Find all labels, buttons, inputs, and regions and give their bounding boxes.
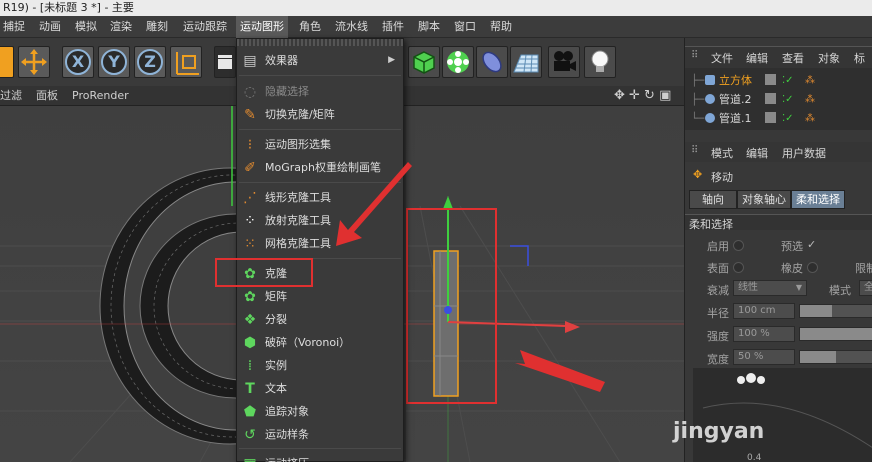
pipe-object-icon [705, 113, 715, 123]
object-name-pipe1: 管道.1 [719, 112, 752, 125]
surface-label: 表面 [707, 262, 729, 275]
radius-input[interactable]: 100 cm [733, 303, 795, 319]
am-menu-mode[interactable]: 模式 [711, 145, 733, 161]
enable-checkbox[interactable] [733, 240, 744, 251]
tag-icon[interactable]: ⁂ [805, 90, 815, 109]
tag-icon[interactable]: ⁂ [805, 71, 815, 90]
arrow-to-grid-clone [336, 162, 412, 246]
falloff-curve-graph[interactable]: 0.4 [693, 368, 872, 462]
enable-label: 启用 [707, 240, 729, 253]
width-label: 宽度 [707, 353, 729, 366]
layer-icon[interactable] [765, 93, 776, 104]
om-menu-view[interactable]: 查看 [782, 50, 804, 66]
tab-object-axis[interactable]: 对象轴心 [737, 190, 791, 209]
drag-handle-icon[interactable]: ⠿ [691, 145, 698, 156]
object-manager-menu: ⠿ 文件 编辑 查看 对象 标签 [685, 46, 872, 81]
tree-line: ├─ [691, 93, 705, 106]
visibility-check-icon[interactable]: ⁚✓ [782, 109, 794, 128]
radius-label: 半径 [707, 307, 729, 320]
om-menu-object[interactable]: 对象 [818, 50, 840, 66]
object-row-pipe1[interactable]: └─ 管道.1 ⁚✓ ⁂ [685, 109, 872, 128]
preview-check-icon[interactable]: ✓ [807, 238, 816, 251]
am-menu-edit[interactable]: 编辑 [746, 145, 768, 161]
width-slider[interactable] [799, 350, 872, 364]
tree-line: └─ [691, 112, 705, 125]
tab-soft-selection[interactable]: 柔和选择 [791, 190, 845, 209]
tag-icon[interactable]: ⁂ [805, 109, 815, 128]
falloff-dropdown[interactable]: 线性 ▼ [733, 280, 807, 296]
surface-checkbox[interactable] [733, 262, 744, 273]
visibility-check-icon[interactable]: ⁚✓ [782, 71, 794, 90]
tree-line: ├─ [691, 74, 705, 87]
layer-icon[interactable] [765, 112, 776, 123]
om-menu-file[interactable]: 文件 [711, 50, 733, 66]
pipe-object-icon [705, 94, 715, 104]
object-row-pipe2[interactable]: ├─ 管道.2 ⁚✓ ⁂ [685, 90, 872, 109]
width-input[interactable]: 50 % [733, 349, 795, 365]
watermark-text: jingyan [673, 419, 765, 444]
graph-value: 0.4 [747, 453, 762, 462]
cube-object-icon [705, 75, 715, 85]
object-row-cube[interactable]: ├─ 立方体 ⁚✓ ⁂ [685, 71, 872, 90]
mode-label: 模式 [829, 284, 851, 297]
cinema4d-window: R19) - [未标题 3 *] - 主要 捕捉 动画 模拟 渲染 雕刻 运动跟… [0, 0, 872, 462]
om-menu-edit[interactable]: 编辑 [746, 50, 768, 66]
chevron-down-icon: ▼ [795, 283, 802, 292]
object-name-pipe2: 管道.2 [719, 93, 752, 106]
object-name-cube: 立方体 [719, 74, 752, 87]
limit-label: 限制 [855, 262, 872, 275]
layer-icon[interactable] [765, 74, 776, 85]
section-header: 柔和选择 [685, 214, 872, 231]
rubber-label: 橡皮 [781, 262, 803, 275]
rubber-checkbox[interactable] [807, 262, 818, 273]
section-title: 柔和选择 [689, 218, 733, 231]
tool-title: 移动 [711, 171, 733, 184]
tool-header: ✥ 移动 [685, 166, 872, 186]
preview-label: 预选 [781, 240, 803, 253]
right-panel: ⠿ 文件 编辑 查看 对象 标签 ├─ 立方体 ⁚✓ ⁂ ├─ 管道.2 ⁚✓ [673, 38, 872, 462]
attribute-manager-menu: ⠿ 模式 编辑 用户数据 [685, 142, 872, 162]
tab-axis[interactable]: 轴向 [689, 190, 737, 209]
strength-input[interactable]: 100 % [733, 326, 795, 342]
strength-label: 强度 [707, 330, 729, 343]
am-menu-userdata[interactable]: 用户数据 [782, 145, 826, 161]
drag-handle-icon[interactable]: ⠿ [691, 50, 698, 61]
object-list: ├─ 立方体 ⁚✓ ⁂ ├─ 管道.2 ⁚✓ ⁂ └─ 管道.1 ⁚✓ ⁂ [685, 68, 872, 130]
falloff-label: 衰减 [707, 284, 729, 297]
visibility-check-icon[interactable]: ⁚✓ [782, 90, 794, 109]
mode-dropdown[interactable]: 全 [859, 280, 872, 296]
strength-slider[interactable] [799, 327, 872, 341]
radius-slider[interactable] [799, 304, 872, 318]
falloff-value: 线性 [738, 282, 758, 293]
move-tool-icon: ✥ [693, 168, 703, 181]
